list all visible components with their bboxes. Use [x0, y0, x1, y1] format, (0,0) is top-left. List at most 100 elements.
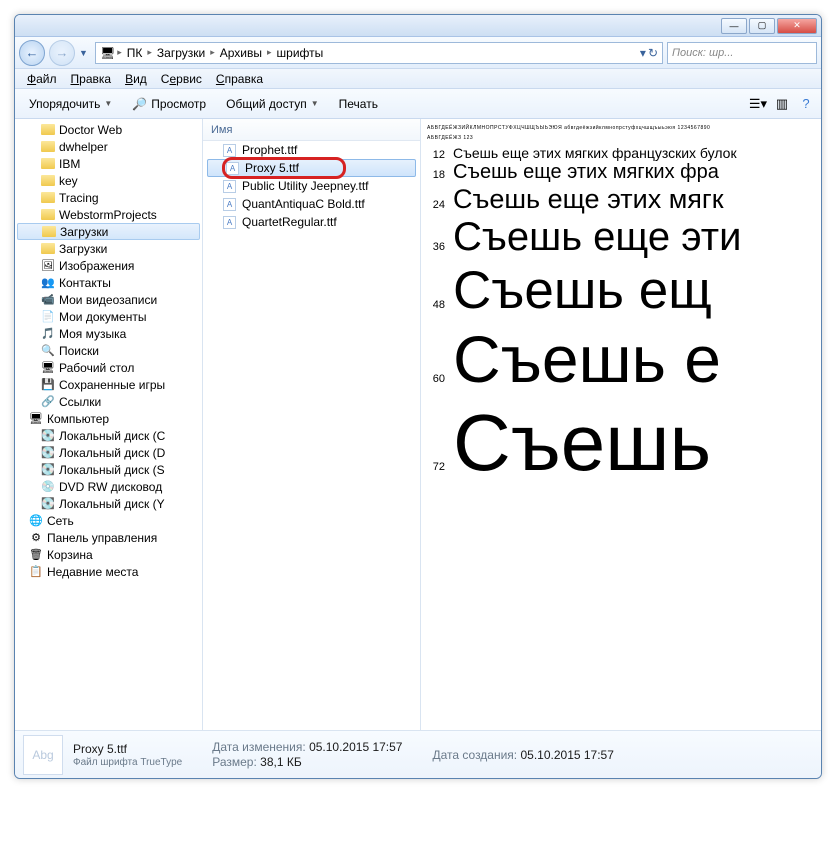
print-button[interactable]: Печать [331, 94, 386, 114]
preview-charset: АБВГДЕЁЖЗ 123 [427, 135, 821, 141]
refresh-icon[interactable]: ↻ [648, 46, 658, 60]
tree-label: Моя музыка [59, 327, 126, 341]
tree-label: Компьютер [47, 412, 109, 426]
share-button[interactable]: Общий доступ▼ [218, 94, 327, 114]
menu-view[interactable]: Вид [119, 70, 153, 88]
tree-item[interactable]: key [15, 172, 202, 189]
tree-label: Контакты [59, 276, 111, 290]
tree-label: Сеть [47, 514, 74, 528]
system-icon: 💽 [41, 463, 55, 477]
toolbar: Упорядочить▼ 🔎Просмотр Общий доступ▼ Печ… [15, 89, 821, 119]
tree-label: Локальный диск (D [59, 446, 165, 460]
tree-item[interactable]: 💽 Локальный диск (Y [15, 495, 202, 512]
file-item[interactable]: AQuartetRegular.ttf [203, 213, 420, 231]
tree-label: Локальный диск (S [59, 463, 165, 477]
preview-button[interactable]: 🔎Просмотр [124, 94, 214, 114]
menu-edit[interactable]: Правка [65, 70, 118, 88]
file-item[interactable]: AProxy 5.ttf [207, 159, 416, 177]
tree-item[interactable]: ⚙Панель управления [15, 529, 202, 546]
tree-item[interactable]: 💽 Локальный диск (S [15, 461, 202, 478]
file-item[interactable]: APublic Utility Jeepney.ttf [203, 177, 420, 195]
preview-row: 18Съешь еще этих мягких фра [427, 161, 821, 184]
tree-label: Изображения [59, 259, 134, 273]
tree-item[interactable]: Загрузки [17, 223, 200, 240]
chevron-icon: ▸ [267, 47, 272, 58]
back-button[interactable]: ← [19, 40, 45, 66]
tree-item[interactable]: 💿DVD RW дисковод [15, 478, 202, 495]
preview-text: Съешь еще этих мягк [453, 184, 724, 215]
chevron-icon: ▸ [210, 47, 215, 58]
folder-icon [41, 141, 55, 152]
file-item[interactable]: AProphet.ttf [203, 141, 420, 159]
tree-item[interactable]: 💽Локальный диск (D [15, 444, 202, 461]
tree-item[interactable]: 🗑Корзина [15, 546, 202, 563]
file-item[interactable]: AQuantAntiquaC Bold.ttf [203, 195, 420, 213]
search-input[interactable]: Поиск: шр... [667, 42, 817, 64]
tree-item[interactable]: 📋Недавние места [15, 563, 202, 580]
tree-item[interactable]: Tracing [15, 189, 202, 206]
views-button[interactable]: ☰▾ [749, 95, 767, 113]
organize-button[interactable]: Упорядочить▼ [21, 94, 120, 114]
help-button[interactable]: ? [797, 95, 815, 113]
minimize-button[interactable]: — [721, 18, 747, 34]
folder-icon [41, 243, 55, 254]
tree-label: Сохраненные игры [59, 378, 165, 392]
menu-tools[interactable]: Сервис [155, 70, 208, 88]
tree-item[interactable]: 🌐Сеть [15, 512, 202, 529]
tree-item[interactable]: 🖥Рабочий стол [15, 359, 202, 376]
font-file-icon: A [223, 144, 236, 157]
address-bar[interactable]: 🖥 ▸ ПК ▸ Загрузки ▸ Архивы ▸ шрифты ▾ ↻ [95, 42, 663, 64]
tree-label: Локальный диск (Y [59, 497, 165, 511]
maximize-button[interactable]: ▢ [749, 18, 775, 34]
file-label: QuantAntiquaC Bold.ttf [242, 197, 365, 211]
preview-row: 60Съешь е [427, 321, 821, 397]
addr-dropdown-icon[interactable]: ▾ [640, 46, 646, 60]
preview-text: Съешь [453, 397, 711, 489]
tree-item[interactable]: 📹Мои видеозаписи [15, 291, 202, 308]
tree-item[interactable]: 💾Сохраненные игры [15, 376, 202, 393]
menu-file[interactable]: Файл [21, 70, 63, 88]
chevron-icon: ▸ [117, 47, 122, 58]
system-icon: 💽 [41, 497, 55, 511]
font-file-icon: A [226, 162, 239, 175]
tree-label: dwhelper [59, 140, 108, 154]
body: Doctor Web dwhelper IBMkeyTracingWebstormP… [15, 119, 821, 730]
file-list[interactable]: Имя AProphet.ttfAProxy 5.ttfAPublic Util… [203, 119, 421, 730]
preview-text: Съешь еще этих мягких фра [453, 161, 719, 184]
font-file-icon: A [223, 216, 236, 229]
bc-seg[interactable]: Архивы [217, 46, 265, 60]
tree-item[interactable]: dwhelper [15, 138, 202, 155]
tree-label: IBM [59, 157, 80, 171]
tree-item[interactable]: 👥Контакты [15, 274, 202, 291]
bc-seg[interactable]: ПК [124, 46, 146, 60]
tree-item[interactable]: WebstormProjects [15, 206, 202, 223]
nav-history-drop[interactable]: ▼ [79, 48, 91, 58]
preview-row: 12Съешь еще этих мягких французских було… [427, 145, 821, 161]
tree-item[interactable]: 🖼Изображения [15, 257, 202, 274]
tree-item[interactable]: IBM [15, 155, 202, 172]
col-name[interactable]: Имя [203, 119, 420, 141]
titlebar: — ▢ ✕ [15, 15, 821, 37]
preview-size: 48 [427, 299, 445, 311]
system-icon: ⚙ [29, 531, 43, 545]
tree-item[interactable]: 🔍Поиски [15, 342, 202, 359]
tree-label: Загрузки [59, 242, 107, 256]
preview-row: 48Съешь ещ [427, 260, 821, 321]
menu-help[interactable]: Справка [210, 70, 269, 88]
bc-seg[interactable]: шрифты [274, 46, 327, 60]
tree-item[interactable]: 🔗Ссылки [15, 393, 202, 410]
system-icon: 📄 [41, 310, 55, 324]
tree-item[interactable]: Загрузки [15, 240, 202, 257]
folder-tree[interactable]: Doctor Web dwhelper IBMkeyTracingWebstormP… [15, 119, 203, 730]
explorer-window: — ▢ ✕ ← → ▼ 🖥 ▸ ПК ▸ Загрузки ▸ Архивы ▸… [14, 14, 822, 779]
tree-item[interactable]: Doctor Web [15, 121, 202, 138]
preview-text: Съешь еще эти [453, 215, 741, 260]
tree-item[interactable]: 💽Локальный диск (C [15, 427, 202, 444]
preview-pane-button[interactable]: ▥ [773, 95, 791, 113]
tree-item[interactable]: 📄Мои документы [15, 308, 202, 325]
forward-button[interactable]: → [49, 40, 75, 66]
close-button[interactable]: ✕ [777, 18, 817, 34]
tree-item[interactable]: 🖥Компьютер [15, 410, 202, 427]
bc-seg[interactable]: Загрузки [154, 46, 208, 60]
tree-item[interactable]: 🎵Моя музыка [15, 325, 202, 342]
